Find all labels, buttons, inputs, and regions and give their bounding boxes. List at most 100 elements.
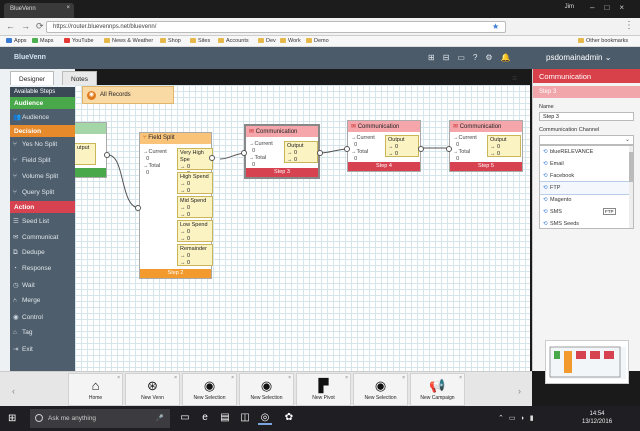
url-input[interactable]: https://router.bluevennps.net/bluevenn/: [46, 21, 506, 33]
channel-options-list[interactable]: ⟲ blueRELEVANCE ⟲ Email ⟲ Facebook ⟲ FTP ⟲ Ma…: [539, 145, 634, 229]
bookmark-demo[interactable]: Demo: [306, 38, 329, 44]
close-icon[interactable]: ×: [459, 375, 462, 381]
nav-buttons[interactable]: ←→⟳: [6, 21, 50, 32]
app-icon[interactable]: ✿: [282, 411, 296, 425]
system-tray-icons[interactable]: ⌃▭◗▮: [498, 414, 539, 422]
bookmark-apps[interactable]: Apps: [6, 38, 27, 44]
step-yes-no-split[interactable]: ⑂ Yes No Split: [10, 137, 75, 153]
step-exit[interactable]: ⇥ Exit: [10, 341, 75, 357]
windows-start-icon[interactable]: ⊞: [8, 413, 16, 424]
step-communication[interactable]: ✉ Communicat: [10, 229, 75, 245]
canvas-minimap[interactable]: [545, 340, 629, 384]
port-field-split-in[interactable]: [135, 205, 141, 211]
designer-canvas[interactable]: utput ⑂ Field Split →Current 0 →Total 0 V…: [75, 85, 530, 371]
close-icon[interactable]: ×: [231, 375, 234, 381]
toolbar-home[interactable]: × ⌂ Home: [68, 373, 123, 406]
toolbar-new-campaign[interactable]: × 📢 New Campaign: [410, 373, 465, 406]
step-tag[interactable]: ⌂ Tag: [10, 325, 75, 341]
step-seed-list[interactable]: ☰ Seed List: [10, 213, 75, 229]
bookmark-work[interactable]: Work: [280, 38, 301, 44]
all-records-button[interactable]: ◉ All Records: [82, 86, 174, 104]
bookmark-shop[interactable]: Shop: [160, 38, 181, 44]
channel-option-magento[interactable]: ⟲ Magento: [540, 194, 633, 206]
toolbar-new-selection-3[interactable]: × ◉ New Selection: [353, 373, 408, 406]
channel-option-ftp[interactable]: ⟲ FTP: [540, 181, 633, 195]
field-split-footer: Step 2: [140, 269, 211, 278]
bookmark-star-icon[interactable]: ★: [492, 22, 499, 31]
toolbar-new-selection-1[interactable]: × ◉ New Selection: [182, 373, 237, 406]
bookmark-maps[interactable]: Maps: [32, 38, 53, 44]
channel-select[interactable]: ⌄: [539, 135, 634, 145]
scroll-left-icon[interactable]: ‹: [12, 386, 15, 396]
task-view-icon[interactable]: ▭: [178, 411, 192, 425]
close-icon[interactable]: ×: [174, 375, 177, 381]
communication-node-step4[interactable]: ✉ Communication →Current 0 →Total 0 Outpu…: [347, 120, 421, 172]
port-step4-in[interactable]: [344, 146, 350, 152]
window-controls[interactable]: –□×: [590, 3, 634, 12]
file-explorer-icon[interactable]: ▤: [218, 411, 232, 425]
options-scrollbar[interactable]: [629, 146, 633, 228]
close-icon[interactable]: ×: [288, 375, 291, 381]
port-step5-in[interactable]: [446, 146, 452, 152]
name-label: Name: [539, 104, 554, 110]
step-wait[interactable]: ◷ Wait: [10, 277, 75, 293]
audience-node-partial[interactable]: utput: [75, 122, 107, 178]
field-split-node[interactable]: ⑂ Field Split →Current 0 →Total 0 Very Hi…: [139, 132, 213, 279]
browser-tab[interactable]: BlueVenn ×: [4, 3, 74, 18]
header-user[interactable]: psdomainadmin ⌄: [546, 53, 611, 62]
bookmark-sites[interactable]: Sites: [190, 38, 210, 44]
browser-menu-icon[interactable]: ⋮: [624, 20, 634, 31]
step-query-split[interactable]: ⑂ Query Split: [10, 185, 75, 201]
canvas-menu-icon[interactable]: ≡: [512, 73, 517, 83]
channel-option-sms-seeds[interactable]: ⟲ SMS Seeds: [540, 218, 633, 228]
step-field-split[interactable]: ⑂ Field Split: [10, 153, 75, 169]
step-response[interactable]: ◔ Response: [10, 261, 75, 277]
scroll-right-icon[interactable]: ›: [518, 386, 521, 396]
toolbar-new-selection-2[interactable]: × ◉ New Selection: [239, 373, 294, 406]
communication-node-step3[interactable]: ✉ Communication →Current 0 →Total 0 Outpu…: [244, 124, 320, 179]
bookmark-youtube[interactable]: YouTube: [64, 38, 94, 44]
channel-option-facebook[interactable]: ⟲ Facebook: [540, 170, 633, 182]
channel-option-bluerelevance[interactable]: ⟲ blueRELEVANCE: [540, 146, 633, 158]
edge-icon[interactable]: e: [198, 411, 212, 425]
bookmark-other[interactable]: Other bookmarks: [578, 38, 628, 44]
close-icon[interactable]: ×: [402, 375, 405, 381]
tab-close-icon[interactable]: ×: [66, 5, 70, 11]
port-field-split-out[interactable]: [209, 155, 215, 161]
step-volume-split[interactable]: ⑂ Volume Split: [10, 169, 75, 185]
port-audience-out[interactable]: [104, 152, 110, 158]
name-field[interactable]: Step 3: [539, 112, 634, 121]
step-control[interactable]: ◉ Control: [10, 309, 75, 325]
step-dedupe[interactable]: ⧉ Dedupe: [10, 245, 75, 261]
channel-option-email[interactable]: ⟲ Email: [540, 158, 633, 170]
store-icon[interactable]: ◫: [238, 411, 252, 425]
windows-taskbar: ⊞ Ask me anything 🎤 ▭ e ▤ ◫ ◎ ✿ ⌃▭◗▮ 14:…: [0, 406, 640, 431]
step-merge[interactable]: ⑃ Merge: [10, 293, 75, 309]
toolbar-new-venn[interactable]: × ⊛ New Venn: [125, 373, 180, 406]
header-icons[interactable]: ⊞⊟▭?⚙🔔: [428, 53, 519, 62]
comm-footer-step5: Step 5: [450, 162, 522, 171]
chrome-icon[interactable]: ◎: [258, 411, 272, 425]
browser-user[interactable]: Jim: [565, 4, 574, 10]
taskbar-clock[interactable]: 14:54 13/12/2016: [582, 410, 612, 426]
cortana-icon: [35, 414, 43, 422]
bookmark-dev[interactable]: Dev: [258, 38, 276, 44]
port-step4-out[interactable]: [418, 146, 424, 152]
tab-designer[interactable]: Designer: [10, 71, 55, 85]
communication-node-step5[interactable]: ✉ Communication →Current 0 →Total 0 Outpu…: [449, 120, 523, 172]
microphone-icon[interactable]: 🎤: [156, 414, 164, 422]
port-step3-in[interactable]: [241, 150, 247, 156]
bookmark-news[interactable]: News & Weather: [104, 38, 153, 44]
port-step3-out[interactable]: [317, 150, 323, 156]
toolbar-new-pivot[interactable]: × ▛ New Pivot: [296, 373, 351, 406]
taskbar-search[interactable]: Ask me anything 🎤: [30, 409, 170, 428]
channel-option-sms[interactable]: ⟲ SMS: [540, 206, 633, 218]
close-icon[interactable]: ×: [117, 375, 120, 381]
close-icon[interactable]: ×: [345, 375, 348, 381]
bookmark-accounts[interactable]: Accounts: [218, 38, 249, 44]
tab-notes[interactable]: Notes: [62, 71, 97, 85]
browser-titlebar: BlueVenn × Jim –□×: [0, 0, 640, 18]
step-audience[interactable]: 👥Audience: [10, 109, 75, 125]
split-output-mid: Mid Spend → 0 → 0: [177, 196, 213, 218]
available-steps-title: Available Steps: [10, 87, 75, 97]
